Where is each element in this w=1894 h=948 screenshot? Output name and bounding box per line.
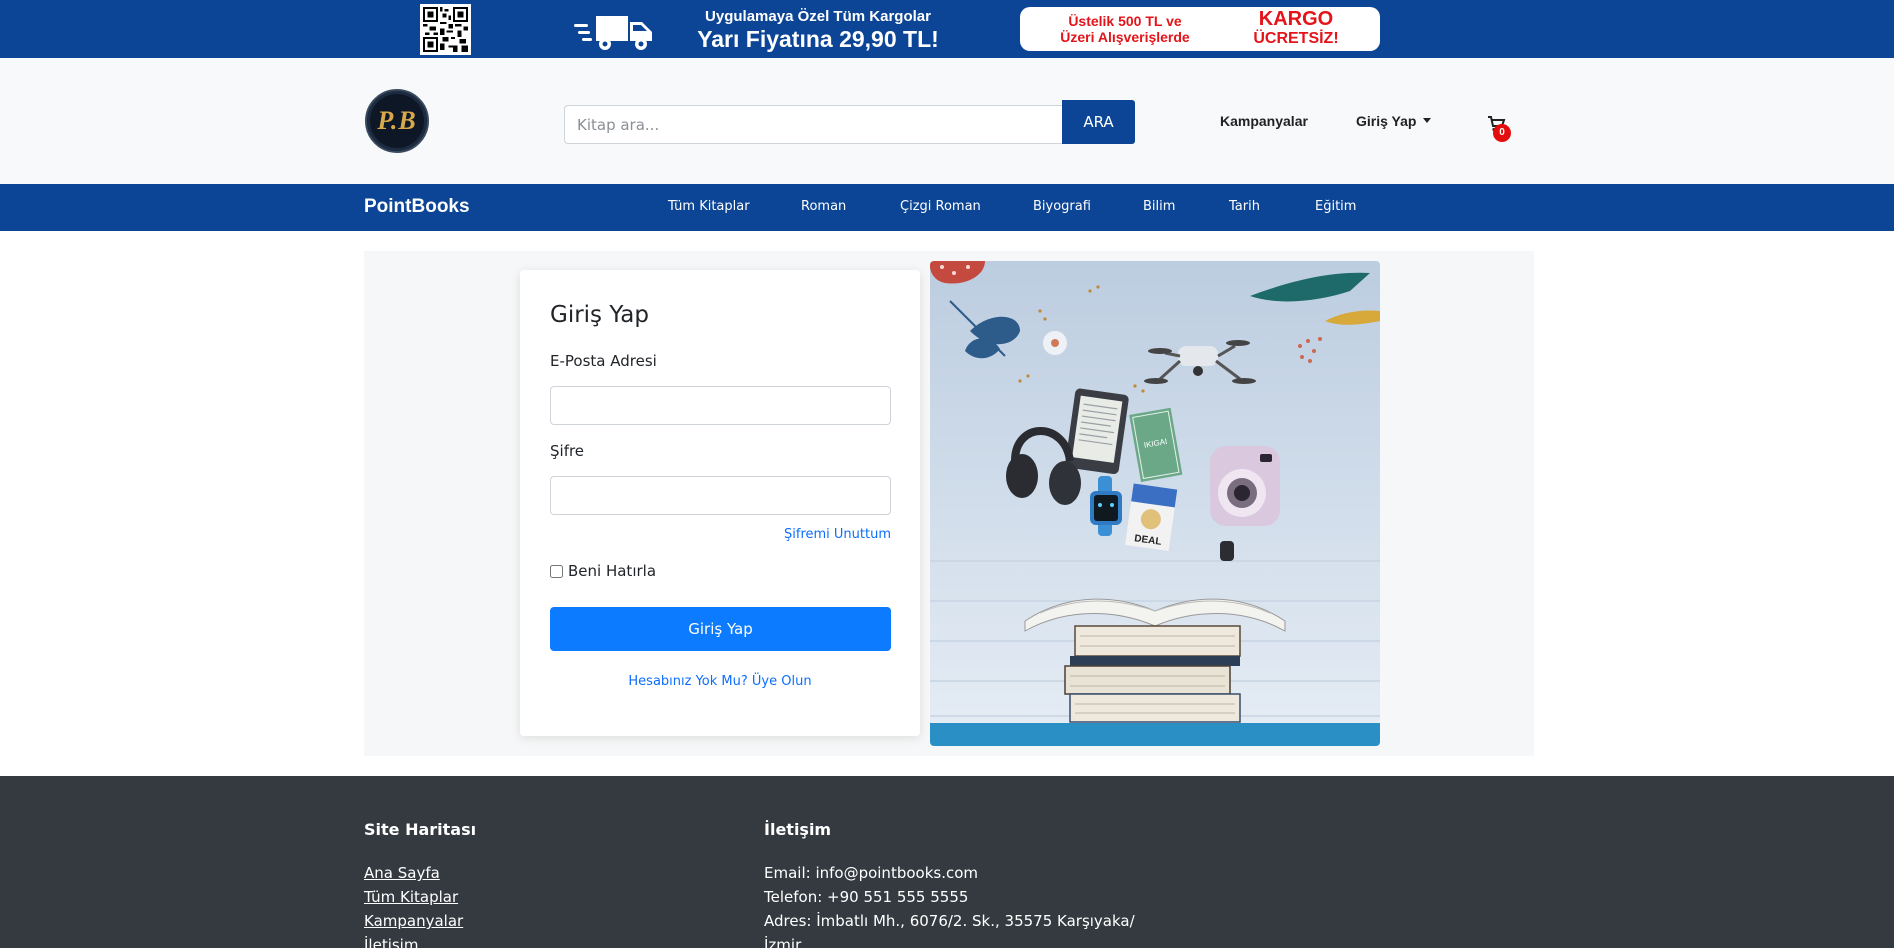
register-link[interactable]: Hesabınız Yok Mu? Üye Olun xyxy=(520,674,920,689)
login-submit-button[interactable]: Giriş Yap xyxy=(550,607,891,651)
cart-button[interactable]: 0 xyxy=(1488,116,1512,142)
qr-code-icon xyxy=(420,4,471,55)
site-logo[interactable]: P.B xyxy=(365,89,429,153)
logo-text: P.B xyxy=(377,106,417,135)
site-header: P.B ARA Kampanyalar Giriş Yap 0 xyxy=(0,58,1894,184)
contact-title: İletişim xyxy=(764,820,832,839)
pill-right-text: KARGO ÜCRETSİZ! xyxy=(1236,8,1356,48)
forgot-password-link[interactable]: Şifremi Unuttum xyxy=(784,527,891,542)
site-footer: Site Haritası Ana Sayfa Tüm Kitaplar Kam… xyxy=(0,776,1894,948)
remember-me-checkbox[interactable] xyxy=(550,564,563,578)
nav-item-biography[interactable]: Biyografi xyxy=(1033,199,1091,214)
search-input[interactable] xyxy=(564,105,1062,144)
nav-item-education[interactable]: Eğitim xyxy=(1315,199,1356,214)
promo-line-2: Yarı Fiyatına 29,90 TL! xyxy=(697,26,939,52)
contact-email: Email: info@pointbooks.com xyxy=(764,864,979,882)
nav-item-science[interactable]: Bilim xyxy=(1143,199,1175,214)
sitemap-title: Site Haritası xyxy=(364,820,477,839)
hero-image: IKIGAI DEAL xyxy=(930,261,1380,746)
footer-link-contact[interactable]: İletişim xyxy=(364,936,418,948)
login-title: Giriş Yap xyxy=(550,302,649,328)
free-shipping-pill: Üstelik 500 TL ve Üzeri Alışverişlerde K… xyxy=(1020,7,1380,51)
brand-name[interactable]: PointBooks xyxy=(364,196,470,218)
contact-phone: Telefon: +90 551 555 5555 xyxy=(764,888,969,906)
cart-count-badge: 0 xyxy=(1493,124,1511,142)
search-button[interactable]: ARA xyxy=(1062,100,1135,144)
promo-line-1: Uygulamaya Özel Tüm Kargolar xyxy=(705,8,931,25)
promo-banner: Uygulamaya Özel Tüm Kargolar Yarı Fiyatı… xyxy=(0,0,1894,58)
nav-item-all-books[interactable]: Tüm Kitaplar xyxy=(668,199,750,214)
remember-me-label: Beni Hatırla xyxy=(568,562,657,580)
nav-item-comics[interactable]: Çizgi Roman xyxy=(900,199,981,214)
password-label: Şifre xyxy=(550,442,585,460)
pill-left-text: Üstelik 500 TL ve Üzeri Alışverişlerde xyxy=(1050,13,1200,45)
email-label: E-Posta Adresi xyxy=(550,352,657,370)
remember-me[interactable]: Beni Hatırla xyxy=(550,562,656,580)
login-dropdown-label: Giriş Yap xyxy=(1356,113,1417,129)
footer-link-all-books[interactable]: Tüm Kitaplar xyxy=(364,888,458,906)
login-card: Giriş Yap E-Posta Adresi Şifre Şifremi U… xyxy=(520,270,920,736)
caret-down-icon xyxy=(1423,118,1432,123)
password-field[interactable] xyxy=(550,476,891,515)
nav-item-history[interactable]: Tarih xyxy=(1229,199,1260,214)
contact-address: Adres: İmbatlı Mh., 6076/2. Sk., 35575 K… xyxy=(764,912,1135,930)
pill-right-line-1: KARGO xyxy=(1258,8,1334,30)
email-field[interactable] xyxy=(550,386,891,425)
login-dropdown[interactable]: Giriş Yap xyxy=(1356,113,1432,129)
campaigns-link[interactable]: Kampanyalar xyxy=(1220,113,1308,129)
nav-item-novel[interactable]: Roman xyxy=(801,199,846,214)
pill-left-line-1: Üstelik 500 TL ve xyxy=(1068,13,1182,29)
category-navbar: PointBooks Tüm Kitaplar Roman Çizgi Roma… xyxy=(0,184,1894,231)
promo-text: Uygulamaya Özel Tüm Kargolar Yarı Fiyatı… xyxy=(668,8,968,53)
truck-icon xyxy=(574,12,656,52)
footer-link-home[interactable]: Ana Sayfa xyxy=(364,864,440,882)
pill-right-line-2: ÜCRETSİZ! xyxy=(1253,30,1339,47)
pill-left-line-2: Üzeri Alışverişlerde xyxy=(1060,29,1190,45)
footer-link-campaigns[interactable]: Kampanyalar xyxy=(364,912,463,930)
contact-address-city: İzmir xyxy=(764,936,802,948)
